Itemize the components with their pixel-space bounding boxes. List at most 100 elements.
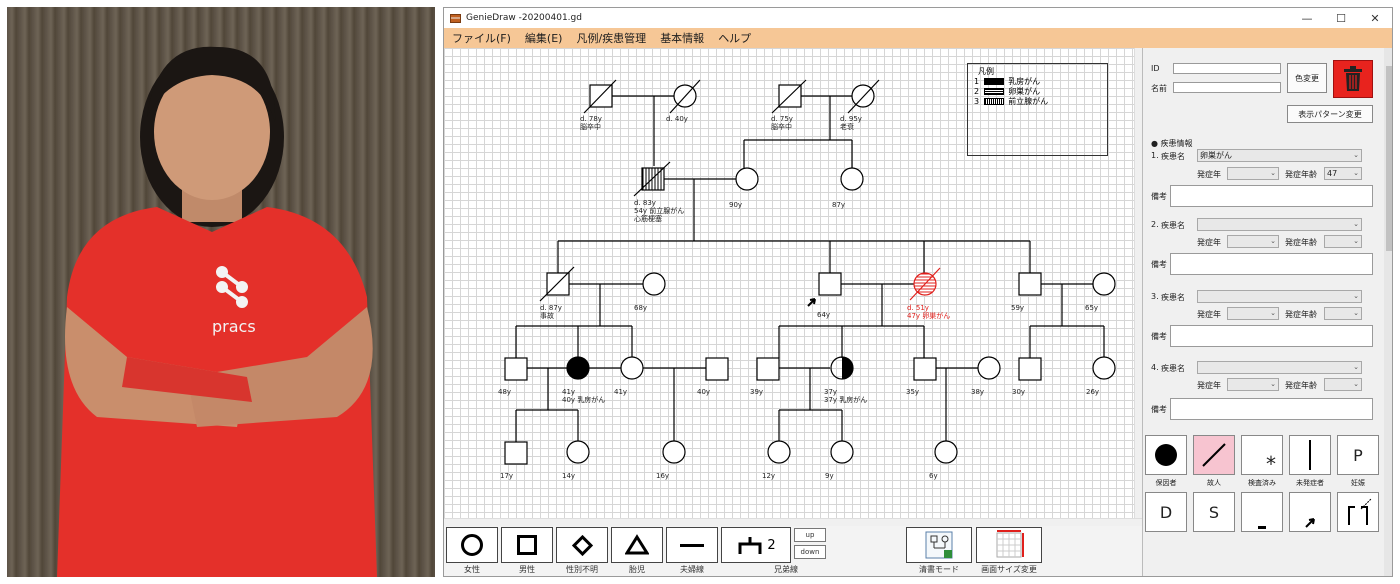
disease-4-note-input[interactable] [1170, 398, 1373, 420]
pregnancy-symbol-button[interactable]: P [1337, 435, 1379, 475]
menu-basic-info[interactable]: 基本情報 [660, 30, 704, 46]
maximize-button[interactable]: ☐ [1324, 8, 1358, 28]
male-tool-label: 男性 [519, 565, 535, 574]
pattern-change-button[interactable]: 表示パターン変更 [1287, 105, 1373, 123]
individual-female [735, 167, 759, 191]
clean-mode-button[interactable] [906, 527, 972, 563]
individual-male [1018, 272, 1042, 296]
disease-2-age-select[interactable]: ⌄ [1324, 235, 1362, 248]
sibling-line-tool-button[interactable]: 2 [721, 527, 791, 563]
unknown-sex-tool-button[interactable] [556, 527, 608, 563]
disease-4-age-label: 発症年齢 [1285, 381, 1317, 390]
disease-2-year-label: 発症年 [1197, 238, 1221, 247]
disease-1-year-label: 発症年 [1197, 170, 1221, 179]
letter-s-icon: S [1208, 502, 1220, 522]
pedigree-labels: d. 78y 脳卒中 d. 40y d. 75y 脳卒中 d. 95y 老衰 d. 8… [498, 115, 1099, 480]
menu-help[interactable]: ヘルプ [718, 30, 751, 46]
trash-icon [1344, 66, 1362, 91]
svg-text:d. 51y47y 卵巣がん: d. 51y 47y 卵巣がん [907, 304, 950, 320]
male-tool-button[interactable] [501, 527, 553, 563]
fetus-tool-button[interactable] [611, 527, 663, 563]
individual-female [662, 440, 686, 464]
delete-button[interactable] [1333, 60, 1373, 98]
disease-3-year-select[interactable]: ⌄ [1227, 307, 1279, 320]
title-bar: GenieDraw -20200401.gd — ☐ ✕ [444, 8, 1392, 28]
asterisk-icon: * [1266, 452, 1276, 476]
legend-pattern-vertical [983, 98, 1004, 105]
sibling-up-button[interactable]: up [794, 528, 826, 542]
svg-text:41y: 41y [614, 388, 627, 396]
svg-text:35y: 35y [906, 388, 919, 396]
disease-3-name-select[interactable]: ⌄ [1197, 290, 1362, 303]
unknown-sex-tool-label: 性別不明 [566, 565, 598, 574]
individual-female [767, 440, 791, 464]
id-input[interactable] [1173, 63, 1281, 74]
adoption-symbol-button[interactable] [1337, 492, 1379, 532]
svg-text:39y: 39y [750, 388, 763, 396]
individual-female [566, 440, 590, 464]
disease-3-note-input[interactable] [1170, 325, 1373, 347]
legend-pattern-horizontal [983, 88, 1004, 95]
disease-1-note-input[interactable] [1170, 185, 1373, 207]
deceased-symbol-button[interactable] [1193, 435, 1235, 475]
menu-bar: ファイル(F) 編集(E) 凡例/疾患管理 基本情報 ヘルプ [444, 28, 1392, 48]
disease-1-name-label: 疾患名 [1161, 152, 1185, 161]
proband-arrow-icon [807, 298, 816, 307]
line-symbol-button[interactable] [1241, 492, 1283, 532]
presymptomatic-symbol-button[interactable] [1289, 435, 1331, 475]
disease-4-age-select[interactable]: ⌄ [1324, 378, 1362, 391]
grid-resize-icon [996, 530, 1024, 558]
disease-2-name-select[interactable]: ⌄ [1197, 218, 1362, 231]
svg-text:30y: 30y [1012, 388, 1025, 396]
disease-3-age-select[interactable]: ⌄ [1324, 307, 1362, 320]
name-input[interactable] [1173, 82, 1281, 93]
legend-box[interactable]: 凡例 1 乳房がん 2 卵巣がん 3 前立腺がん [967, 63, 1108, 156]
canvas-size-button[interactable] [976, 527, 1042, 563]
minimize-button[interactable]: — [1290, 8, 1324, 28]
disease-1-age-select[interactable]: 47 ⌄ [1324, 167, 1362, 180]
circle-icon [461, 534, 483, 556]
disease-4-year-select[interactable]: ⌄ [1227, 378, 1279, 391]
s-symbol-button[interactable]: S [1193, 492, 1235, 532]
pedigree-canvas[interactable]: d. 78y 脳卒中 d. 40y d. 75y 脳卒中 d. 95y 老衰 d. 8… [444, 48, 1134, 518]
tested-symbol-label: 検査済み [1248, 479, 1276, 487]
slash-icon [1202, 443, 1226, 467]
disease-1-name-select[interactable]: 卵巣がん ⌄ [1197, 149, 1362, 162]
svg-text:d. 75y脳卒中: d. 75y 脳卒中 [771, 115, 793, 131]
sibling-down-button[interactable]: down [794, 545, 826, 559]
disease-4-name-label: 疾患名 [1161, 364, 1185, 373]
disease-2-year-select[interactable]: ⌄ [1227, 235, 1279, 248]
disease-3-name-label: 疾患名 [1161, 293, 1185, 302]
svg-text:16y: 16y [656, 472, 669, 480]
menu-legend-disease[interactable]: 凡例/疾患管理 [576, 30, 646, 46]
menu-file[interactable]: ファイル(F) [452, 30, 511, 46]
individual-female [1092, 356, 1116, 380]
svg-text:9y: 9y [825, 472, 834, 480]
d-symbol-button[interactable]: D [1145, 492, 1187, 532]
disease-2-note-input[interactable] [1170, 253, 1373, 275]
canvas-horizontal-scrollbar[interactable] [444, 518, 1142, 526]
carrier-symbol-label: 保因者 [1155, 479, 1177, 487]
clean-mode-icon [925, 531, 953, 559]
carrier-symbol-button[interactable] [1145, 435, 1187, 475]
panel-scrollbar[interactable] [1384, 48, 1392, 576]
tested-symbol-button[interactable]: * [1241, 435, 1283, 476]
couple-line-tool-button[interactable] [666, 527, 718, 563]
menu-edit[interactable]: 編集(E) [525, 30, 563, 46]
disease-info-heading: ● 疾患情報 [1151, 139, 1193, 148]
svg-text:48y: 48y [498, 388, 511, 396]
disease-4-name-select[interactable]: ⌄ [1197, 361, 1362, 374]
individual-female [934, 440, 958, 464]
individual-male [546, 272, 570, 296]
proband-arrow-button[interactable] [1289, 492, 1331, 532]
canvas-vertical-scrollbar[interactable] [1134, 48, 1142, 518]
svg-text:6y: 6y [929, 472, 938, 480]
female-tool-button[interactable] [446, 527, 498, 563]
disease-1-age-label: 発症年齢 [1285, 170, 1317, 179]
close-button[interactable]: ✕ [1358, 8, 1392, 28]
color-change-button[interactable]: 色変更 [1287, 63, 1327, 93]
name-label: 名前 [1151, 84, 1167, 93]
disease-1-year-select[interactable]: ⌄ [1227, 167, 1279, 180]
disease-2-name-label: 疾患名 [1161, 221, 1185, 230]
panel-scrollbar-thumb[interactable] [1386, 66, 1392, 251]
